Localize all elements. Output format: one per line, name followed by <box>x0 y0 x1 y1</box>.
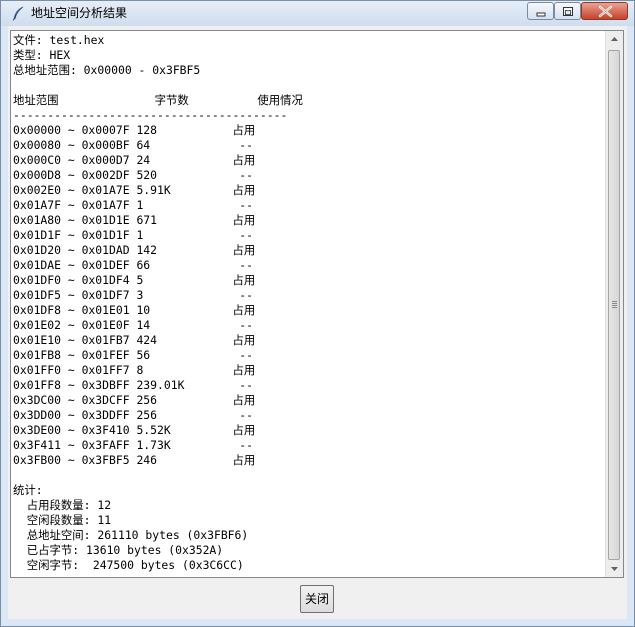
minimize-button[interactable] <box>527 2 554 20</box>
thumb-grip <box>612 301 617 302</box>
thumb-grip <box>612 303 617 304</box>
scroll-down-icon[interactable] <box>606 560 623 577</box>
minimize-icon <box>536 12 546 17</box>
maximize-icon <box>563 7 573 16</box>
window-title: 地址空间分析结果 <box>31 6 128 20</box>
report-text[interactable]: 文件: test.hex 类型: HEX 总地址范围: 0x00000 - 0x… <box>13 33 608 575</box>
scroll-up-icon[interactable] <box>606 31 623 48</box>
client-area: 文件: test.hex 类型: HEX 总地址范围: 0x00000 - 0x… <box>8 26 627 619</box>
thumb-grip <box>612 305 617 306</box>
maximize-button[interactable] <box>554 2 581 20</box>
close-button[interactable]: 关闭 <box>300 585 334 613</box>
window-close-button[interactable] <box>581 2 628 20</box>
close-icon <box>598 5 613 18</box>
analysis-window: 地址空间分析结果 文件: test.hex 类型: HEX 总地址范围: 0x0… <box>0 0 635 627</box>
title-bar[interactable]: 地址空间分析结果 <box>1 1 634 26</box>
report-text-area[interactable]: 文件: test.hex 类型: HEX 总地址范围: 0x00000 - 0x… <box>10 30 624 578</box>
feather-icon <box>12 6 24 21</box>
scroll-thumb[interactable] <box>608 50 620 560</box>
thumb-grip <box>612 307 617 308</box>
vertical-scrollbar[interactable] <box>605 31 623 577</box>
